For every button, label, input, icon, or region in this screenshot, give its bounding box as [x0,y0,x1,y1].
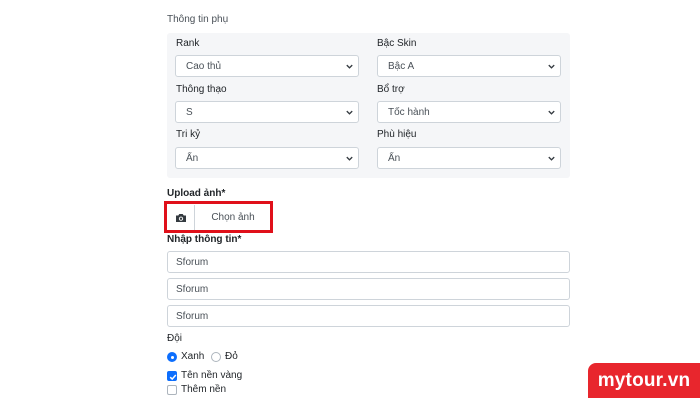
team-radio-do[interactable] [211,352,221,362]
choose-image-button[interactable]: Chọn ảnh [196,205,270,230]
team-label: Đội [167,333,183,344]
support-select[interactable]: Tốc hành [377,101,561,123]
gold-name-checkbox[interactable] [167,371,177,381]
info-input-1[interactable]: Sforum [167,251,570,273]
chevron-down-icon [346,110,353,115]
rank-label: Rank [176,38,200,49]
upload-input-group[interactable]: Chọn ảnh [167,205,270,230]
soulmate-select[interactable]: Ẩn [175,147,359,169]
skin-select[interactable]: Bậc A [377,55,561,77]
team-option-do-label[interactable]: Đỏ [225,351,238,362]
gold-name-label[interactable]: Tên nền vàng [181,370,242,381]
proficiency-select[interactable]: S [175,101,359,123]
badge-select-value: Ẩn [388,153,401,164]
upload-label: Upload ảnh* [167,188,226,199]
proficiency-select-value: S [186,107,193,118]
chevron-down-icon [346,156,353,161]
soulmate-select-value: Ẩn [186,153,199,164]
chevron-down-icon [346,64,353,69]
camera-addon[interactable] [167,205,195,230]
skin-label: Bậc Skin [377,38,417,49]
info-input-2[interactable]: Sforum [167,278,570,300]
logo-text: mytour.vn [597,369,691,391]
mytour-logo: mytour.vn [588,363,700,398]
rank-select-value: Cao thủ [186,61,222,72]
camera-icon [175,213,186,222]
support-label: Bổ trợ [377,84,405,95]
chevron-down-icon [548,110,555,115]
skin-select-value: Bậc A [388,61,415,72]
info-label: Nhập thông tin* [167,234,242,245]
team-radio-xanh[interactable] [167,352,177,362]
soulmate-label: Tri kỷ [176,129,201,140]
badge-label: Phù hiệu [377,129,417,140]
proficiency-label: Thông thạo [176,84,227,95]
rank-select[interactable]: Cao thủ [175,55,359,77]
chevron-down-icon [548,64,555,69]
section-title: Thông tin phụ [167,14,229,25]
team-option-xanh-label[interactable]: Xanh [181,351,204,362]
checkmark-icon [169,374,177,381]
chevron-down-icon [548,156,555,161]
add-background-label[interactable]: Thêm nền [181,384,226,395]
info-input-3[interactable]: Sforum [167,305,570,327]
add-background-checkbox[interactable] [167,385,177,395]
badge-select[interactable]: Ẩn [377,147,561,169]
support-select-value: Tốc hành [388,107,430,118]
